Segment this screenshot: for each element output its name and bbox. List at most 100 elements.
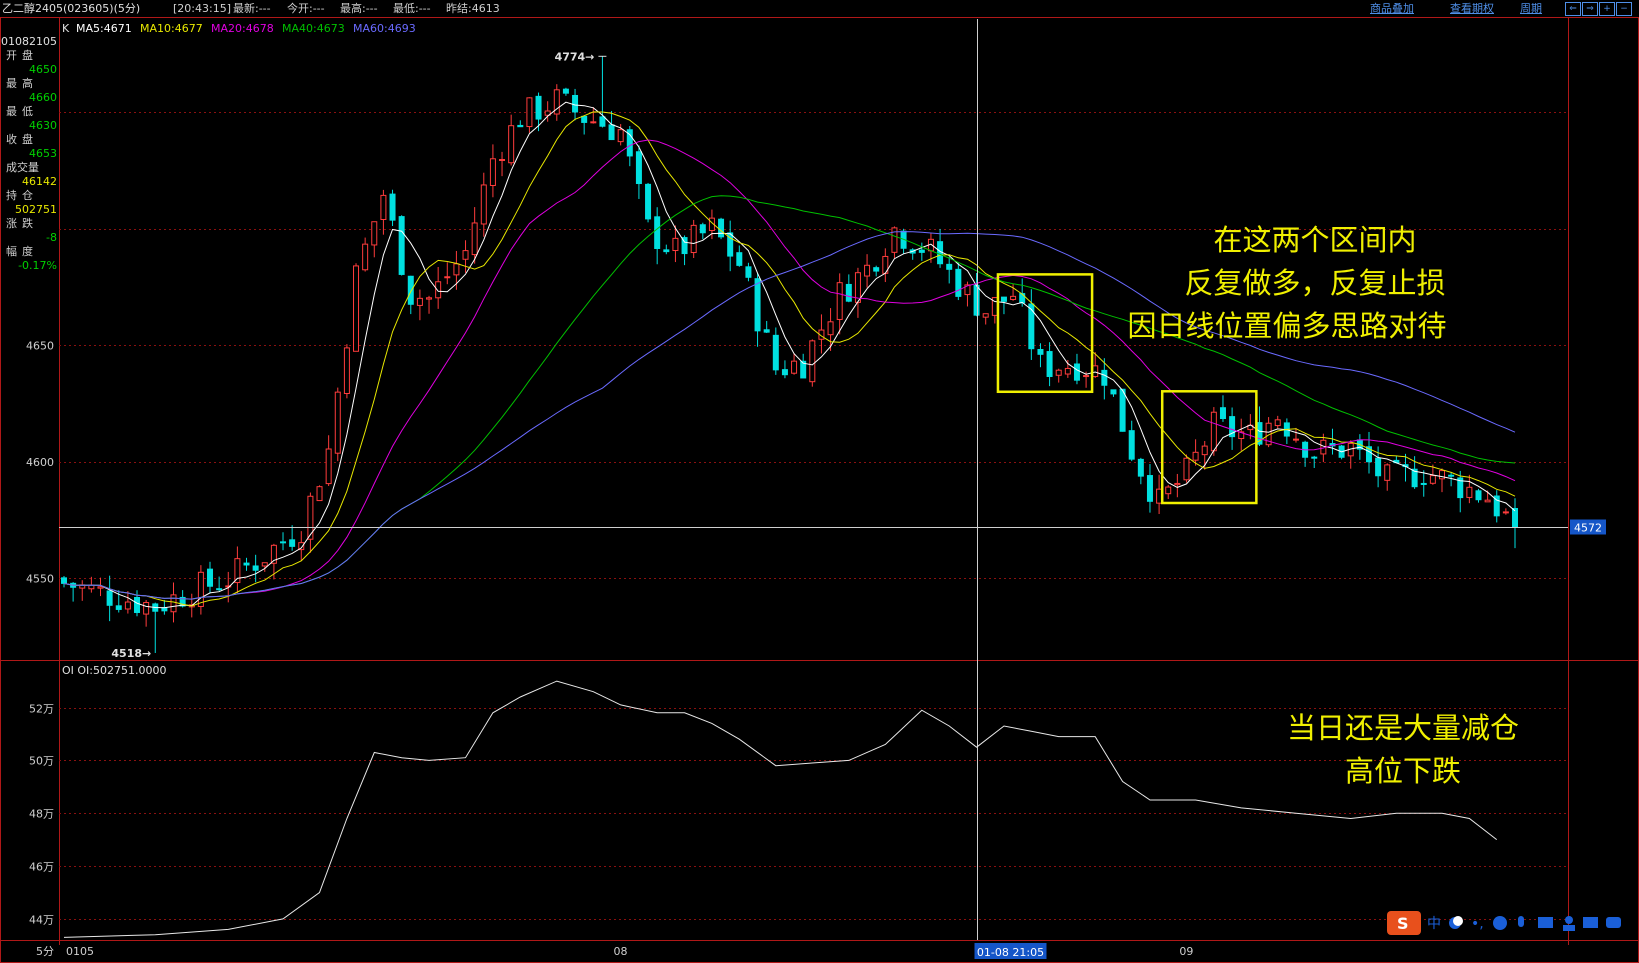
candle-body xyxy=(1055,369,1062,376)
candle-body xyxy=(1438,470,1445,480)
time-axis-label: 09 xyxy=(1179,945,1193,958)
candle-body xyxy=(1183,457,1190,481)
candle-body xyxy=(1119,388,1126,432)
candle-body xyxy=(380,194,387,221)
oi-note-line: 当日还是大量减仓 xyxy=(1287,711,1519,745)
candle-body xyxy=(654,216,661,249)
candle-body xyxy=(416,297,423,306)
tools-icon xyxy=(1606,917,1621,928)
candle-body xyxy=(316,486,323,502)
ma5-line xyxy=(63,101,1516,609)
candle-body xyxy=(763,329,770,333)
ma-legend-item: MA20:4678 xyxy=(211,22,274,35)
candle-body xyxy=(1128,430,1135,460)
candle-body xyxy=(1484,499,1491,503)
punct-icon: •, xyxy=(1471,916,1484,932)
candle-body xyxy=(499,158,506,161)
candle-body xyxy=(946,263,953,270)
candle-body xyxy=(1028,303,1035,350)
candle-body xyxy=(435,281,442,299)
candle-body xyxy=(864,264,871,277)
min-price-label: 4518→ xyxy=(111,647,151,660)
candle-body xyxy=(1137,458,1144,477)
range-note-line: 在这两个区间内 xyxy=(1213,223,1416,257)
candle-body xyxy=(1019,293,1026,304)
candle-body xyxy=(608,124,615,141)
candles-group xyxy=(61,56,1518,654)
candle-body xyxy=(1466,486,1473,498)
keyboard-icon xyxy=(1538,917,1553,928)
last-price-value: 4572 xyxy=(1574,522,1602,535)
candle-body xyxy=(289,539,296,547)
candle-body xyxy=(1156,488,1163,504)
candle-body xyxy=(1201,445,1208,456)
candle-body xyxy=(535,95,542,120)
range-note-line: 反复做多，反复止损 xyxy=(1184,266,1445,300)
candle-body xyxy=(526,97,533,128)
candle-body xyxy=(718,218,725,238)
oi-line xyxy=(63,680,1498,938)
oi-tick-label: 52万 xyxy=(29,703,54,716)
candle-body xyxy=(106,590,113,606)
candle-body xyxy=(1475,490,1482,501)
candle-body xyxy=(1110,389,1117,395)
ma-legend-item: MA60:4693 xyxy=(353,22,416,35)
candle-body xyxy=(1092,365,1099,378)
candle-body xyxy=(143,602,150,615)
candle-body xyxy=(261,562,268,567)
candle-body xyxy=(809,340,816,383)
candle-body xyxy=(791,360,798,374)
ma20-line xyxy=(63,139,1516,600)
ma10-line xyxy=(63,111,1516,607)
candle-body xyxy=(572,94,579,113)
candle-body xyxy=(207,568,214,587)
price-tick-label: 4600 xyxy=(26,456,54,469)
candle-body xyxy=(1064,367,1071,375)
candle-body xyxy=(599,116,606,127)
candle-body xyxy=(97,586,104,589)
mic-icon xyxy=(1518,916,1524,927)
shirt-icon xyxy=(1583,917,1598,928)
candle-body xyxy=(1448,474,1455,477)
candle-body xyxy=(1073,363,1080,381)
candle-body xyxy=(134,597,141,613)
candle-body xyxy=(918,249,925,253)
candle-body xyxy=(1384,464,1391,481)
ime-toolbar[interactable]: S 中 •, xyxy=(1387,911,1639,935)
ma-legend-item: MA40:4673 xyxy=(282,22,345,35)
candle-body xyxy=(590,121,597,124)
candle-body xyxy=(1210,411,1217,452)
candle-body xyxy=(362,243,369,271)
kline-chart[interactable]: 4550 4600 4650 44万 46万 48万 50万 52万 4774→ 4518→ 457… xyxy=(0,0,1639,963)
candle-body xyxy=(1083,375,1090,378)
candle-body xyxy=(124,601,131,610)
candle-body xyxy=(1037,348,1044,355)
candle-body xyxy=(1274,419,1281,427)
user-icon xyxy=(1565,916,1573,924)
oi-tick-label: 44万 xyxy=(29,914,54,927)
candle-body xyxy=(663,249,670,253)
candle-body xyxy=(699,224,706,234)
candle-body xyxy=(736,252,743,266)
oi-tick-label: 50万 xyxy=(29,755,54,768)
time-axis-label: 08 xyxy=(614,945,628,958)
kline-prefix-label: K xyxy=(62,22,70,35)
candle-body xyxy=(407,275,414,305)
candle-body xyxy=(444,276,451,279)
candle-body xyxy=(1000,296,1007,302)
candle-body xyxy=(690,224,697,254)
candle-body xyxy=(745,266,752,278)
candle-body xyxy=(1174,482,1181,486)
candle-body xyxy=(1192,451,1199,461)
candle-body xyxy=(398,216,405,275)
candle-body xyxy=(617,129,624,143)
candle-body xyxy=(1292,438,1299,441)
price-tick-label: 4650 xyxy=(26,339,54,352)
candle-body xyxy=(480,184,487,225)
candle-body xyxy=(873,267,880,272)
candle-body xyxy=(1165,486,1172,495)
ma-legend-item: MA10:4677 xyxy=(140,22,203,35)
candle-body xyxy=(581,115,588,123)
candle-body xyxy=(1429,475,1436,484)
candle-body xyxy=(170,594,177,613)
